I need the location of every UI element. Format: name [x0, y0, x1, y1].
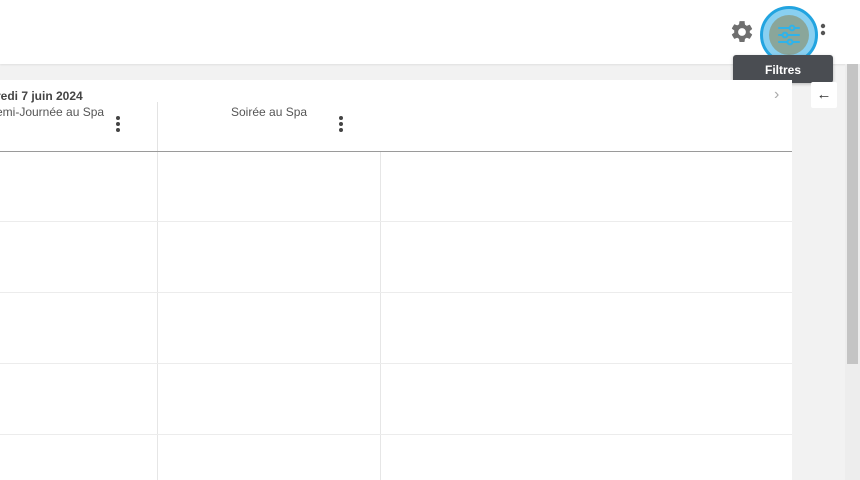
calendar-grid: redi 7 juin 2024 › emi-Journée au Spa So…: [0, 80, 792, 480]
column-menu-kebab-icon[interactable]: [336, 114, 346, 134]
page-scrollbar[interactable]: [845, 64, 860, 480]
column-divider: [380, 152, 381, 480]
time-slot-row-divider: [0, 434, 792, 435]
back-arrow-button[interactable]: ←: [811, 82, 837, 108]
calendar-date-title: redi 7 juin 2024: [0, 89, 83, 103]
time-slot-row-divider: [0, 363, 792, 364]
column-menu-kebab-icon[interactable]: [113, 114, 123, 134]
top-toolbar: [0, 0, 860, 64]
settings-gear-icon[interactable]: [729, 19, 755, 45]
column-divider: [157, 152, 158, 480]
column-header-soiree: Soirée au Spa: [231, 105, 308, 119]
filters-tooltip-label: Filtres: [764, 63, 801, 77]
time-slot-row-divider: [0, 292, 792, 293]
header-column-divider: [157, 102, 158, 151]
scrollbar-thumb[interactable]: [847, 64, 858, 364]
column-header-demi-journee: emi-Journée au Spa: [0, 105, 105, 119]
time-slot-row-divider: [0, 221, 792, 222]
filters-tooltip: Filtres: [733, 55, 833, 83]
next-day-chevron-icon[interactable]: ›: [774, 86, 790, 104]
header-divider: [0, 151, 792, 152]
filter-sliders-icon: [769, 15, 809, 55]
